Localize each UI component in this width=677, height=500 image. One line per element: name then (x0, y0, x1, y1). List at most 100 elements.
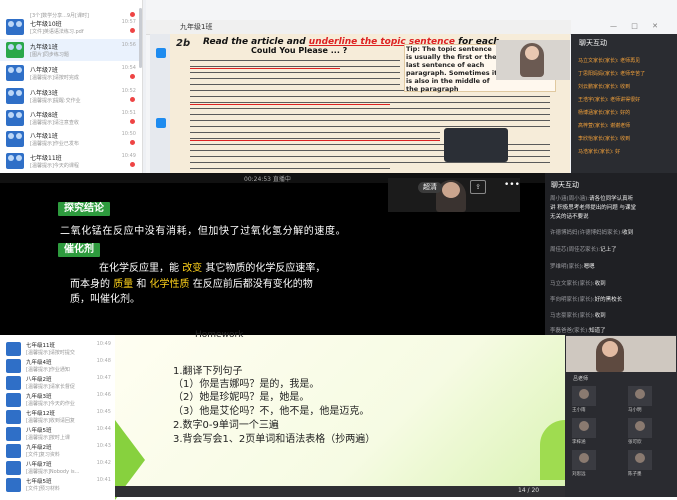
list-item[interactable]: 七年级11班 [温馨提示]今天的课程 10:49 (0, 150, 142, 172)
chat-message: 杨博涵家长(家长): 好的 (578, 110, 631, 116)
list-item-name: 九年级2班 (26, 445, 52, 451)
article-line (190, 66, 400, 67)
group-avatar-icon (6, 359, 21, 373)
student-avatar (635, 389, 645, 399)
chat-message: 王浩宇(家长): 老师讲得很好 (578, 97, 641, 103)
list-item[interactable]: 八年级8班 [温馨提示]请注意查收 10:51 (0, 107, 142, 129)
student-tile[interactable] (572, 386, 596, 406)
homework-line: （2）她是珍妮吗？是，她是。 (173, 392, 310, 403)
group-avatar-icon (6, 461, 21, 475)
student-tile[interactable] (628, 450, 652, 470)
list-item-time: 10:44 (96, 426, 111, 432)
list-item[interactable]: 八年级1班 [温馨提示]作业已发布 10:50 (0, 128, 142, 150)
side-tab-button[interactable] (156, 48, 166, 58)
chat-text: 好的黑校长 (594, 297, 623, 303)
homework-line: （3）他是艾伦吗？不，他不是，他是迈克。 (173, 406, 370, 417)
conclusion-tag: 探究结论 (58, 202, 110, 216)
list-item-name: 八年级3班 (30, 90, 58, 97)
student-tile[interactable] (572, 418, 596, 438)
side-tab-button[interactable] (156, 118, 166, 128)
student-name: 陈子墨 (628, 472, 642, 477)
list-item[interactable]: 八年级3班 [温馨提示]提醒:交作业 10:52 (0, 85, 142, 107)
list-item-name: 七年级10班 (30, 21, 62, 28)
definition-line: 在化学反应里，能 改变 其它物质的化学反应速率， (99, 259, 325, 274)
chat-message: 周小涵(周小涵):请各位同学认真听 (550, 194, 633, 202)
student-avatar (635, 453, 645, 463)
list-item-time: 10:41 (96, 477, 111, 483)
list-item-message: [温馨提示]今天的课程 (30, 163, 79, 169)
teacher-face (525, 46, 539, 60)
chat-message: 无关的话不要说 (550, 212, 589, 220)
unread-badge (130, 28, 135, 33)
list-item[interactable]: 七年级5班 [文件]预习材料 10:41 (0, 475, 115, 495)
floating-popup[interactable] (444, 128, 508, 162)
list-item[interactable]: 八年级7班 [温馨提示]请按时完成 10:54 (0, 62, 142, 84)
list-item-name: 七年级11班 (30, 155, 62, 162)
list-item-name: 九年级1班 (30, 44, 58, 51)
article-line (190, 78, 400, 79)
student-tile[interactable] (628, 418, 652, 438)
list-item[interactable]: 七年级10班 [文件]英语语法练习.pdf 10:57 (0, 16, 142, 38)
share-icon[interactable]: ⇪ (470, 180, 486, 194)
list-item-message: [文件]预习材料 (26, 486, 60, 492)
list-item-message: [温馨提示]收到请回复 (26, 418, 75, 424)
article-line (190, 138, 440, 139)
live-timer: 00:24:53 直播中 (244, 176, 291, 183)
group-avatar-icon (6, 410, 21, 424)
article-line (190, 84, 400, 85)
conclusion-text: 二氧化锰在反应中没有消耗，但加快了过氧化氢分解的速度。 (60, 226, 347, 237)
teacher-face (442, 182, 460, 198)
chat-sender: 马立文家长(家长): (550, 281, 595, 287)
student-tile[interactable] (628, 386, 652, 406)
list-item-time: 10:56 (121, 42, 136, 48)
definition-text: 和 (133, 279, 150, 290)
unread-badge (130, 119, 135, 124)
list-item-time: 10:46 (96, 392, 111, 398)
slide-toolbar[interactable] (115, 486, 565, 497)
group-avatar-icon (6, 42, 24, 58)
chat-text: 知道了 (589, 328, 606, 334)
window-title: 九年级1班 (180, 23, 213, 31)
chat-panel-title: 聊天互动 (551, 181, 579, 189)
group-avatar-icon (6, 393, 21, 407)
chat-sender: 周佳芯(周佳芯家长): (550, 247, 601, 253)
quality-button[interactable]: 超清 (418, 182, 442, 193)
more-icon[interactable]: ••• (504, 180, 520, 190)
list-item-message: [温馨提示]请按时完成 (30, 75, 79, 81)
student-avatar (579, 453, 589, 463)
unread-badge (130, 140, 135, 145)
article-line (190, 132, 440, 133)
chat-message: 讲 积极思考老师提出的问题 与课堂 (550, 203, 636, 211)
chat-text: 嗯嗯 (583, 264, 595, 270)
bottom-chat-list[interactable]: 七年级11班 [温馨提示]请按时提交 10:49 九年级4班 [温馨提示]作业通知 10… (0, 335, 115, 497)
teacher-face (602, 341, 618, 357)
group-avatar-icon (6, 376, 21, 390)
underline-mark (190, 68, 340, 69)
teacher-name: 吕老师 (573, 376, 589, 382)
chat-text: 收到 (594, 281, 606, 287)
list-item-message: [温馨提示]按时上课 (26, 435, 70, 441)
article-line (190, 96, 550, 97)
unread-badge (130, 97, 135, 102)
definition-text: 而本身的 (70, 279, 114, 290)
slide-subheading: Could You Please ... ? (251, 46, 348, 55)
underline-mark (190, 104, 390, 105)
window-controls[interactable]: — □ ✕ (610, 22, 664, 30)
list-item-time: 10:45 (96, 409, 111, 415)
student-tile[interactable] (572, 450, 596, 470)
group-avatar-icon (6, 478, 21, 492)
slide-number: 2b (176, 38, 191, 49)
chat-message: 刘云鹏家长(家长): 收到 (578, 84, 631, 90)
list-item-time: 10:52 (121, 88, 136, 94)
list-item-message: [文件]英语语法练习.pdf (30, 29, 84, 35)
homework-line: 2.数字0-9单词一个三遍 (173, 420, 279, 431)
top-chat-list[interactable]: [3个]数学分享...9月[课时] 七年级10班 [文件]英语语法练习.pdf … (0, 0, 143, 173)
group-avatar-icon (6, 110, 24, 126)
chat-text: 收到 (622, 230, 634, 236)
chat-list-scrollbar[interactable] (139, 8, 142, 68)
article-line (190, 102, 550, 103)
list-item-selected[interactable]: 九年级1班 [图片]同步练习题 10:56 (0, 39, 142, 61)
unread-badge (130, 74, 135, 79)
group-avatar-icon (6, 131, 24, 147)
student-name: 马小明 (628, 408, 642, 413)
